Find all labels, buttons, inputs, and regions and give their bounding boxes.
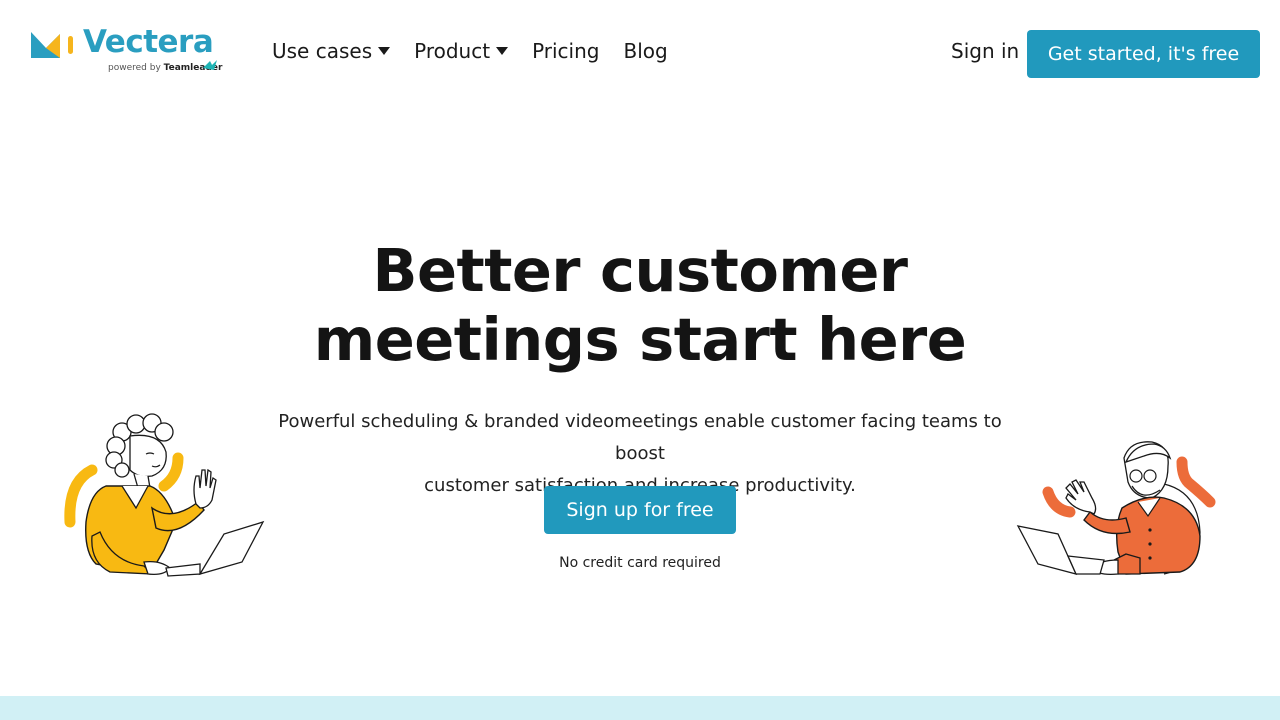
nav-blog[interactable]: Blog <box>623 39 667 63</box>
sign-in-link[interactable]: Sign in <box>951 39 1019 63</box>
woman-waving-laptop-illustration <box>64 413 265 577</box>
nav-pricing[interactable]: Pricing <box>532 39 599 63</box>
teamleader-bird-icon <box>203 60 217 70</box>
chevron-down-icon <box>378 47 391 55</box>
hero-title: Better customer meetings start here <box>313 236 967 374</box>
sign-up-button[interactable]: Sign up for free <box>544 486 736 534</box>
nav-use-cases[interactable]: Use cases <box>272 39 391 63</box>
brand-name: Vectera <box>83 24 214 60</box>
site-header: Vectera powered by Teamleader Use cases … <box>0 0 1280 106</box>
main-nav: Use cases Product Pricing Blog <box>272 39 668 63</box>
nav-product[interactable]: Product <box>414 39 509 63</box>
chevron-down-icon <box>496 47 509 55</box>
next-section-band <box>0 696 1280 720</box>
vectera-logo[interactable]: Vectera powered by Teamleader <box>30 24 222 76</box>
get-started-button[interactable]: Get started, it's free <box>1027 30 1260 78</box>
vectera-logo-mark-icon <box>31 32 73 58</box>
man-waving-laptop-illustration <box>1016 441 1216 576</box>
no-credit-card-note: No credit card required <box>559 555 721 571</box>
